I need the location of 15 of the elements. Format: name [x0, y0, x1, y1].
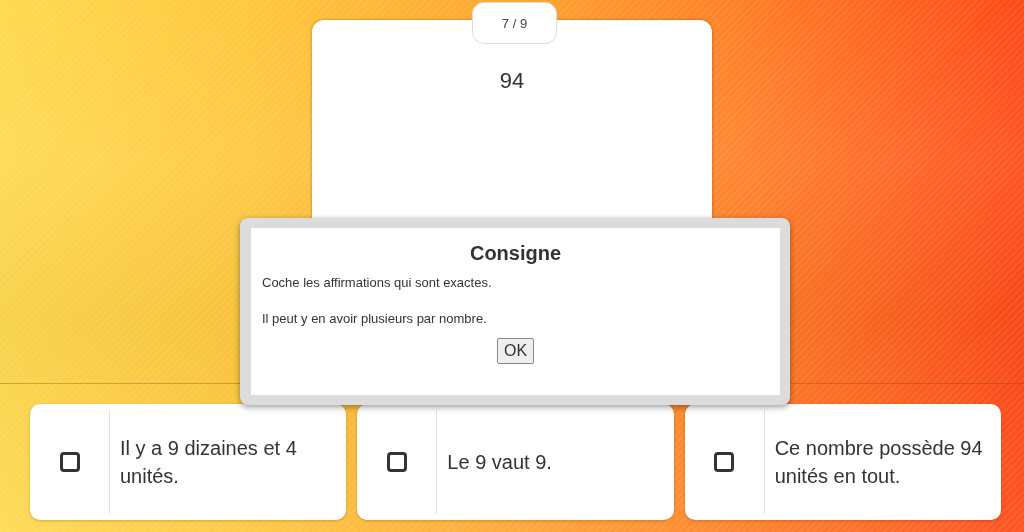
dialog-title: Consigne [468, 242, 563, 265]
progress-counter: 7 / 9 [472, 2, 557, 44]
checkbox[interactable] [59, 452, 80, 472]
number-prompt: 94 [499, 68, 525, 94]
checkbox[interactable] [714, 452, 735, 472]
answer-card[interactable]: Le 9 vaut 9. [357, 404, 674, 520]
instruction-text: Coche les affirmations qui sont exactes. [262, 275, 493, 290]
answer-card[interactable]: Il y a 9 dizaines et 4 unités. [30, 404, 347, 520]
ok-button[interactable]: OK [496, 338, 535, 364]
instruction-text: Il peut y en avoir plusieurs par nombre. [262, 311, 488, 326]
checkbox[interactable] [386, 452, 407, 472]
answer-card[interactable]: Ce nombre possède 94 unités en tout. [684, 404, 1001, 520]
answer-text: Il y a 9 dizaines et 4 unités. [119, 436, 298, 489]
answer-text: Le 9 vaut 9. [446, 450, 553, 475]
answer-text: Ce nombre possède 94 unités en tout. [773, 436, 984, 489]
